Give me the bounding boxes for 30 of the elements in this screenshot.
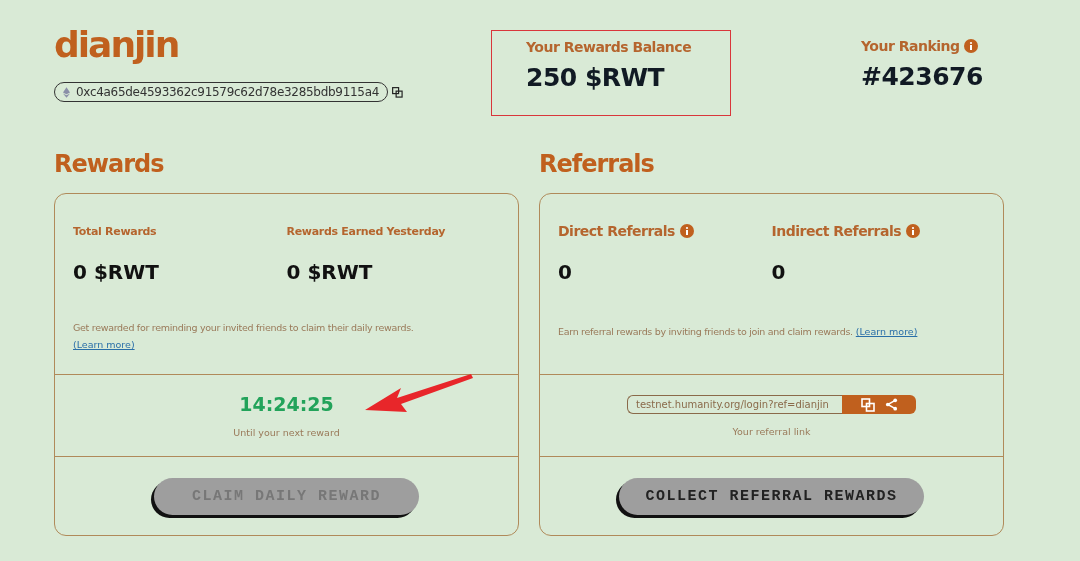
balance-label: Your Rewards Balance bbox=[526, 39, 693, 55]
learn-more-link[interactable]: (Learn more) bbox=[855, 326, 918, 337]
note-text: Earn referral rewards by inviting friends to join and claim rewards. bbox=[558, 326, 853, 337]
info-icon[interactable] bbox=[679, 224, 694, 238]
stat-value: 0 bbox=[558, 260, 573, 284]
stat-label: Indirect Referrals bbox=[771, 223, 901, 239]
share-icon[interactable] bbox=[884, 398, 898, 411]
ethereum-icon bbox=[63, 86, 70, 98]
countdown-timer: 14:24:25 bbox=[239, 393, 334, 415]
balance-value: 250 $RWT bbox=[526, 63, 666, 92]
username: dianjin bbox=[54, 23, 180, 67]
referral-link-field[interactable]: testnet.humanity.org/login?ref=dianjin bbox=[627, 395, 842, 414]
collect-button[interactable]: COLLECT REFERRAL REWARDS bbox=[619, 477, 924, 515]
section-title: Rewards bbox=[54, 150, 165, 180]
stat-value: 0 bbox=[771, 260, 787, 284]
ranking-value: #423676 bbox=[861, 62, 983, 91]
section-title: Referrals bbox=[539, 150, 655, 180]
countdown-caption: Until your next reward bbox=[233, 427, 340, 438]
info-icon[interactable] bbox=[906, 224, 920, 238]
ranking-label: Your Ranking bbox=[861, 38, 960, 54]
stat-label: Total Rewards bbox=[73, 224, 157, 238]
info-icon[interactable] bbox=[963, 39, 978, 53]
stat-value: 0 $RWT bbox=[286, 260, 374, 284]
stat-label: Direct Referrals bbox=[558, 223, 675, 239]
note-text: Get rewarded for reminding your invited friends to claim their daily rewards. bbox=[73, 322, 415, 333]
stat-value: 0 $RWT bbox=[73, 260, 160, 284]
learn-more-link[interactable]: (Learn more) bbox=[73, 339, 135, 350]
stat-label: Rewards Earned Yesterday bbox=[286, 224, 446, 238]
link-caption: Your referral link bbox=[732, 426, 811, 437]
copy-icon[interactable] bbox=[392, 86, 404, 98]
